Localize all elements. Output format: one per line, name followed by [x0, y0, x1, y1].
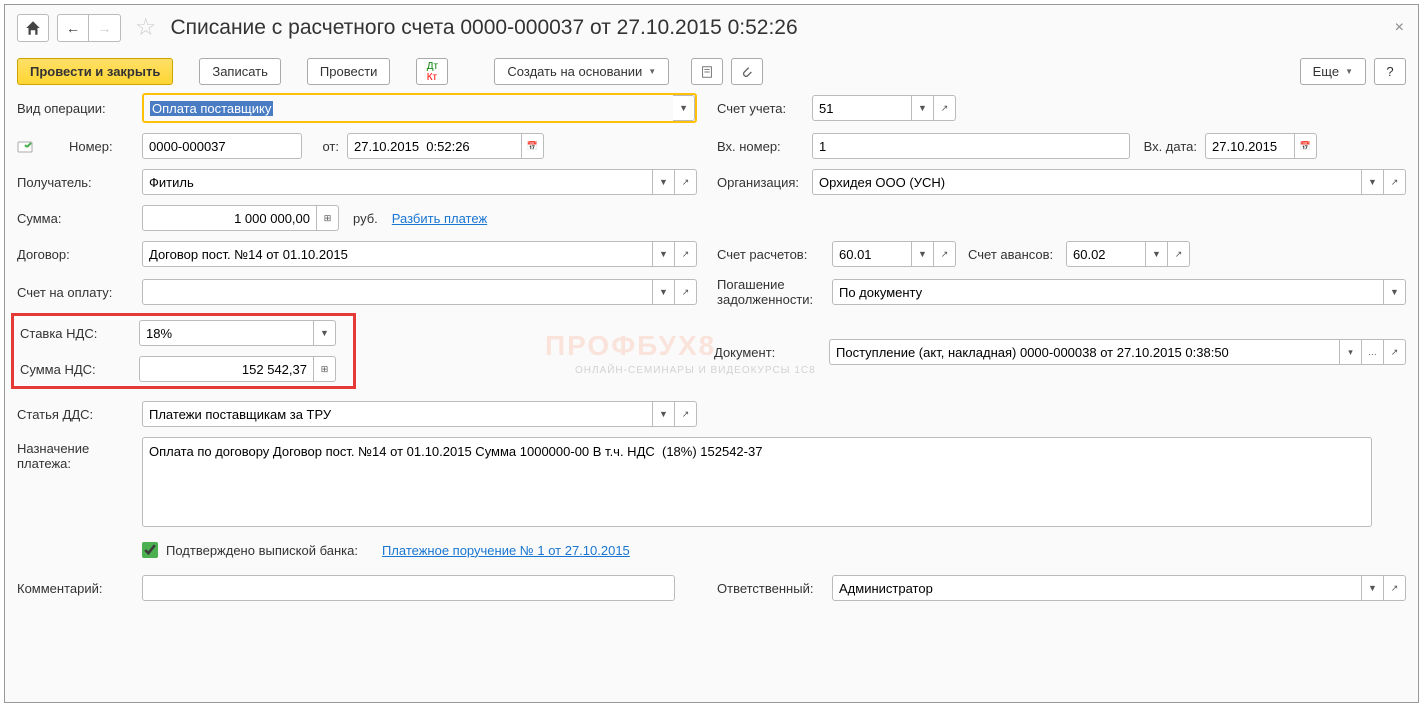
invoice-field[interactable]: ▼ ↗	[142, 279, 697, 305]
favorite-star-icon[interactable]: ☆	[135, 13, 157, 42]
form-area: Вид операции: Оплата поставщику ▼ Счет у…	[5, 93, 1418, 601]
open-icon[interactable]: ↗	[675, 279, 697, 305]
vat-amount-field[interactable]: ⊞	[139, 356, 336, 382]
dds-field[interactable]: ▼ ↗	[142, 401, 697, 427]
organization-field[interactable]: ▼ ↗	[812, 169, 1406, 195]
calculator-icon[interactable]: ⊞	[317, 205, 339, 231]
responsible-field[interactable]: ▼ ↗	[832, 575, 1406, 601]
dropdown-icon[interactable]: ▼	[1362, 575, 1384, 601]
forward-button[interactable]: →	[89, 14, 121, 42]
in-number-field[interactable]	[812, 133, 1130, 159]
organization-label: Организация:	[717, 175, 812, 190]
dropdown-icon[interactable]: ▼	[653, 279, 675, 305]
number-label: Номер:	[39, 139, 142, 154]
currency-label: руб.	[353, 211, 378, 226]
dropdown-icon[interactable]: ▼	[653, 401, 675, 427]
account-label: Счет учета:	[717, 101, 812, 116]
dropdown-icon[interactable]: ▼	[314, 320, 336, 346]
advance-acc-field[interactable]: ▼ ↗	[1066, 241, 1190, 267]
post-and-close-button[interactable]: Провести и закрыть	[17, 58, 173, 85]
amount-field[interactable]: ⊞	[142, 205, 339, 231]
invoice-label: Счет на оплату:	[17, 285, 142, 300]
in-number-label: Вх. номер:	[717, 139, 812, 154]
calendar-icon[interactable]: 📅	[1295, 133, 1317, 159]
window-header: ← → ☆ Списание с расчетного счета 0000-0…	[5, 5, 1418, 50]
window-title: Списание с расчетного счета 0000-000037 …	[171, 16, 798, 40]
open-icon[interactable]: ↗	[675, 169, 697, 195]
purpose-textarea[interactable]	[142, 437, 1372, 527]
open-icon[interactable]: ↗	[1384, 169, 1406, 195]
open-icon[interactable]: ↗	[1168, 241, 1190, 267]
dropdown-icon[interactable]: ▼	[653, 241, 675, 267]
from-label: от:	[302, 139, 347, 154]
help-button[interactable]: ?	[1374, 58, 1406, 85]
dropdown-icon[interactable]: ▼	[1146, 241, 1168, 267]
print-button[interactable]	[691, 58, 723, 85]
dropdown-icon[interactable]: ▼	[673, 95, 695, 121]
split-payment-link[interactable]: Разбить платеж	[392, 211, 487, 226]
contract-field[interactable]: ▼ ↗	[142, 241, 697, 267]
settlement-acc-label: Счет расчетов:	[717, 247, 832, 262]
vat-highlight-box: Ставка НДС: ▼ Сумма НДС: ⊞	[11, 313, 356, 389]
document-field[interactable]: ▾ … ↗	[829, 339, 1406, 365]
dropdown-icon[interactable]: ▼	[653, 169, 675, 195]
dds-label: Статья ДДС:	[17, 407, 142, 422]
vat-rate-label: Ставка НДС:	[20, 326, 139, 341]
recipient-field[interactable]: ▼ ↗	[142, 169, 697, 195]
ellipsis-icon[interactable]: …	[1362, 339, 1384, 365]
back-button[interactable]: ←	[57, 14, 89, 42]
home-button[interactable]	[17, 14, 49, 42]
document-label: Документ:	[714, 345, 829, 360]
operation-type-field[interactable]: Оплата поставщику ▼	[142, 93, 697, 123]
in-date-label: Вх. дата:	[1130, 139, 1205, 154]
dt-kt-button[interactable]: ДтКт	[416, 58, 448, 85]
debt-repay-field[interactable]: ▼	[832, 279, 1406, 305]
create-based-on-button[interactable]: Создать на основании	[494, 58, 669, 85]
dropdown-icon[interactable]: ▼	[912, 95, 934, 121]
calculator-icon[interactable]: ⊞	[314, 356, 336, 382]
more-button[interactable]: Еще	[1300, 58, 1366, 85]
payment-order-link[interactable]: Платежное поручение № 1 от 27.10.2015	[382, 543, 630, 558]
toolbar: Провести и закрыть Записать Провести ДтК…	[5, 50, 1418, 93]
responsible-label: Ответственный:	[717, 581, 832, 596]
advance-acc-label: Счет авансов:	[956, 247, 1066, 262]
open-icon[interactable]: ↗	[1384, 339, 1406, 365]
comment-label: Комментарий:	[17, 581, 142, 596]
dropdown-icon[interactable]: ▼	[1362, 169, 1384, 195]
in-date-field[interactable]: 📅	[1205, 133, 1317, 159]
vat-amount-label: Сумма НДС:	[20, 362, 139, 377]
bank-confirmed-checkbox[interactable]	[142, 542, 158, 558]
open-icon[interactable]: ↗	[934, 241, 956, 267]
document-window: ← → ☆ Списание с расчетного счета 0000-0…	[4, 4, 1419, 703]
settlement-acc-field[interactable]: ▼ ↗	[832, 241, 956, 267]
open-icon[interactable]: ↗	[675, 241, 697, 267]
open-icon[interactable]: ↗	[675, 401, 697, 427]
post-button[interactable]: Провести	[307, 58, 391, 85]
dropdown-icon[interactable]: ▾	[1340, 339, 1362, 365]
bank-confirmed-label: Подтверждено выпиской банка:	[166, 543, 358, 558]
operation-type-label: Вид операции:	[17, 101, 142, 116]
save-button[interactable]: Записать	[199, 58, 281, 85]
attach-button[interactable]	[731, 58, 763, 85]
vat-rate-field[interactable]: ▼	[139, 320, 336, 346]
contract-label: Договор:	[17, 247, 142, 262]
dropdown-icon[interactable]: ▼	[1384, 279, 1406, 305]
number-field[interactable]	[142, 133, 302, 159]
status-icon	[17, 139, 39, 153]
account-field[interactable]: ▼ ↗	[812, 95, 956, 121]
debt-repay-label: Погашение задолженности:	[717, 277, 832, 307]
dropdown-icon[interactable]: ▼	[912, 241, 934, 267]
close-button[interactable]: ×	[1395, 19, 1404, 37]
date-field[interactable]: 📅	[347, 133, 544, 159]
nav-group: ← →	[57, 14, 121, 42]
recipient-label: Получатель:	[17, 175, 142, 190]
open-icon[interactable]: ↗	[934, 95, 956, 121]
open-icon[interactable]: ↗	[1384, 575, 1406, 601]
calendar-icon[interactable]: 📅	[522, 133, 544, 159]
purpose-label: Назначение платежа:	[17, 437, 142, 471]
amount-label: Сумма:	[17, 211, 142, 226]
comment-field[interactable]	[142, 575, 675, 601]
